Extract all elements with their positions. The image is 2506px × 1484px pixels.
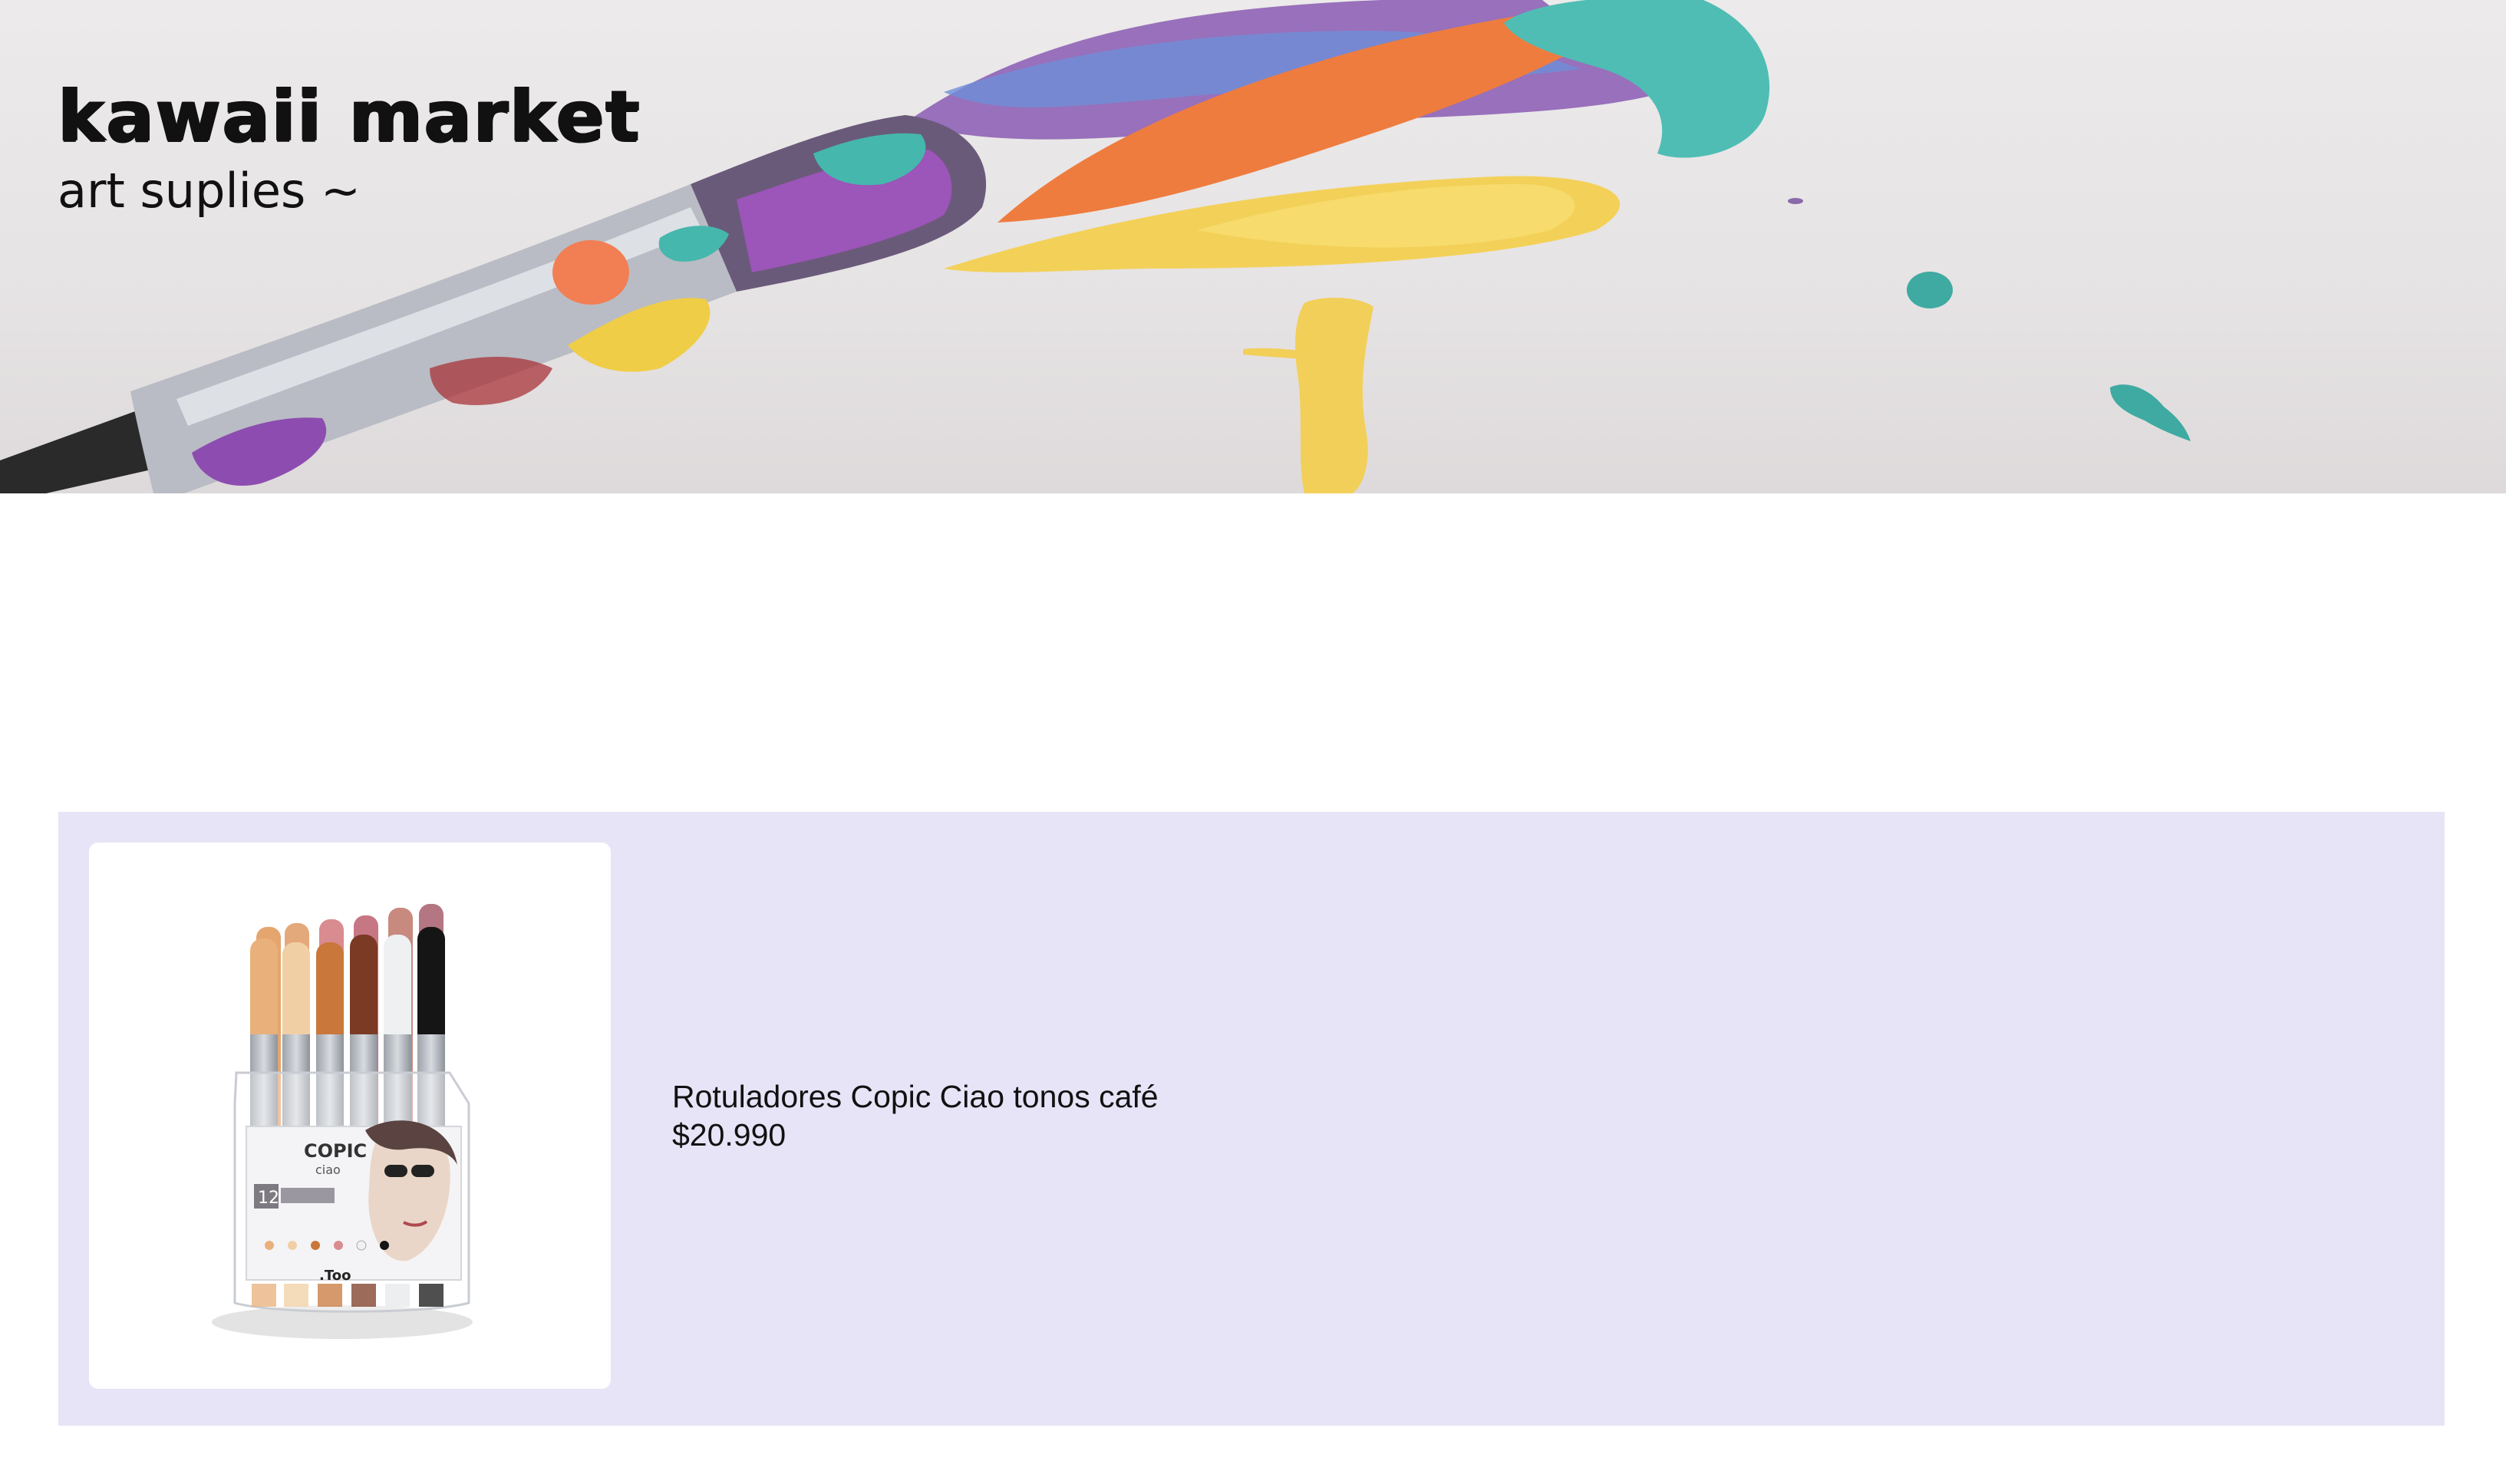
product-card[interactable]: COPIC ciao 12 .Too Rotuladores Copic Cia… — [89, 843, 1159, 1389]
product-name[interactable]: Rotuladores Copic Ciao tonos café — [672, 1077, 1159, 1116]
site-title[interactable]: kawaii market — [58, 81, 641, 152]
product-price: $20.990 — [672, 1117, 786, 1153]
package-brand-text: COPIC — [304, 1140, 367, 1162]
package-line-text: ciao — [315, 1162, 341, 1177]
package-maker-text: .Too — [319, 1268, 351, 1284]
paintbrush-image — [0, 0, 2191, 493]
copic-marker-set-image: COPIC ciao 12 .Too — [212, 904, 473, 1339]
site-subtitle: art suplies ~ — [58, 163, 361, 219]
product-image[interactable]: COPIC ciao 12 .Too — [89, 843, 611, 1389]
brand: kawaii market art suplies ~ — [58, 81, 641, 215]
product-list: COPIC ciao 12 .Too Rotuladores Copic Cia… — [58, 812, 2445, 1426]
hero-banner: kawaii market art suplies ~ — [0, 0, 2506, 493]
product-info: Rotuladores Copic Ciao tonos café $20.99… — [672, 1077, 1159, 1154]
package-count-text: 12 — [258, 1189, 279, 1208]
